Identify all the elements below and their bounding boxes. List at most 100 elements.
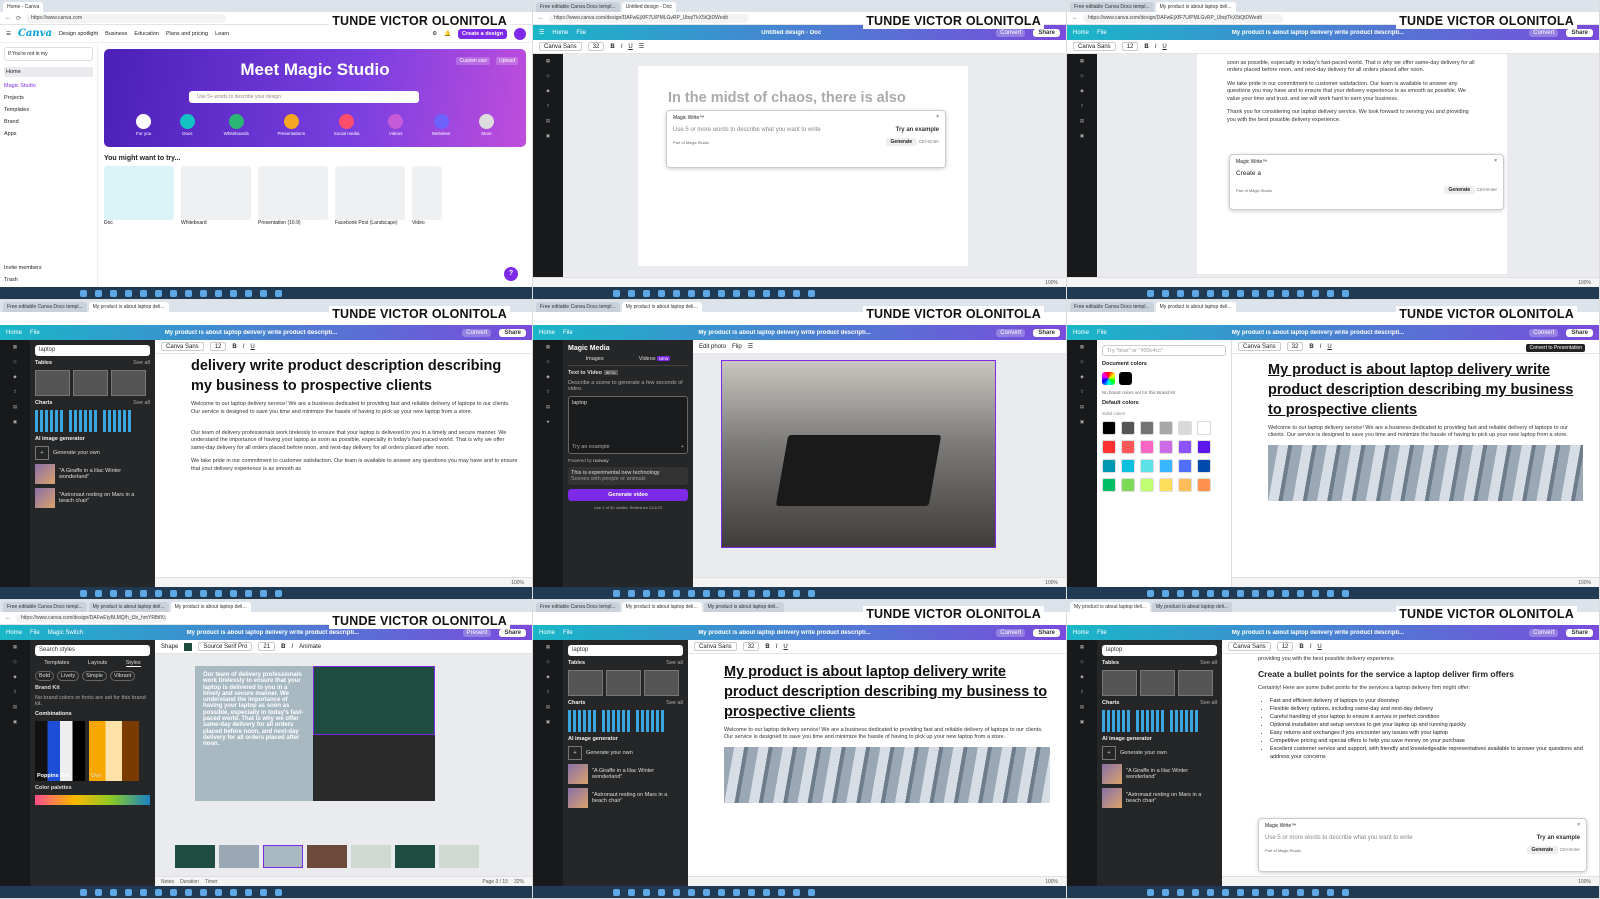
doc-title[interactable]: My product is about laptop delivery writ…: [581, 630, 989, 636]
doc-title[interactable]: My product is about laptop delivery writ…: [581, 330, 989, 336]
browser-tab[interactable]: My product is about laptop deli...: [1070, 602, 1150, 612]
elements-search-input[interactable]: laptop: [35, 345, 150, 356]
bullet-item[interactable]: Competitive pricing and special offers t…: [1270, 738, 1585, 746]
font-select[interactable]: Source Serif Pro: [198, 642, 253, 651]
color-swatch[interactable]: [1178, 440, 1192, 454]
browser-tab[interactable]: My product is about laptop deli...: [88, 302, 169, 312]
share-button[interactable]: Share: [499, 328, 526, 337]
chip-bold[interactable]: Bold: [35, 671, 55, 681]
doc-paragraph[interactable]: We take pride in our commitment to custo…: [1227, 81, 1477, 103]
tab-layouts[interactable]: Layouts: [88, 660, 107, 667]
browser-tab[interactable]: Free editable Canva Docs templ...: [536, 602, 620, 612]
browser-tab[interactable]: My product is about laptop deli...: [1155, 302, 1236, 312]
underline-icon[interactable]: U: [783, 644, 787, 650]
try-card-presentation[interactable]: Presentation (16:9): [258, 166, 328, 226]
hero-icon-foryou[interactable]: For you: [136, 114, 151, 136]
charts-row[interactable]: [568, 710, 683, 732]
bold-icon[interactable]: B: [765, 644, 769, 650]
browser-tab[interactable]: Home - Canva: [3, 2, 44, 12]
font-size-field[interactable]: 12: [209, 342, 227, 351]
see-all-link[interactable]: See all: [666, 660, 683, 666]
bold-icon[interactable]: B: [1299, 644, 1303, 650]
chip-vibrant[interactable]: Vibrant: [109, 671, 136, 681]
invite-members-button[interactable]: Invite members: [4, 265, 93, 271]
try-card-doc[interactable]: Doc: [104, 166, 174, 226]
color-swatch[interactable]: [184, 642, 193, 651]
sidebar-item-projects[interactable]: Projects: [4, 95, 93, 101]
bold-icon[interactable]: B: [232, 344, 236, 350]
canva-logo[interactable]: Canva: [18, 28, 52, 39]
color-swatch[interactable]: [1159, 459, 1173, 473]
menu-icon[interactable]: ☰: [748, 343, 753, 350]
notes-button[interactable]: Notes: [161, 879, 174, 885]
color-swatch[interactable]: [1159, 478, 1173, 492]
try-card-video[interactable]: Video: [412, 166, 442, 226]
color-swatch[interactable]: [1121, 421, 1135, 435]
font-select[interactable]: Canva Sans: [694, 642, 737, 651]
add-color-swatch[interactable]: [1102, 372, 1115, 385]
generate-own-button[interactable]: + Generate your own: [1102, 746, 1217, 760]
generate-own-button[interactable]: + Generate your own: [568, 746, 683, 760]
color-swatch[interactable]: [1121, 478, 1135, 492]
color-swatch[interactable]: [1197, 440, 1211, 454]
doc-paragraph[interactable]: We take pride in our commitment to custo…: [191, 458, 520, 473]
file-menu[interactable]: File: [1097, 30, 1107, 36]
palette-strip[interactable]: [35, 795, 150, 805]
doc-title[interactable]: My product is about laptop delivery writ…: [91, 630, 455, 636]
italic-icon[interactable]: I: [243, 344, 245, 350]
zoom-level[interactable]: 100%: [511, 580, 524, 586]
doc-paragraph[interactable]: soon as possible, especially in today's …: [1227, 60, 1477, 75]
color-swatch[interactable]: [1102, 478, 1116, 492]
animate-button[interactable]: Animate: [299, 644, 321, 650]
color-swatch[interactable]: [1102, 459, 1116, 473]
menu-icon[interactable]: ☰: [539, 29, 544, 36]
hero-icon-more[interactable]: More: [478, 114, 494, 136]
browser-tab[interactable]: Free editable Canva Docs templ...: [3, 602, 87, 612]
upload-button[interactable]: Upload: [496, 57, 518, 65]
share-button[interactable]: Share: [1033, 628, 1060, 637]
home-link[interactable]: Home: [1073, 330, 1089, 336]
color-swatch[interactable]: [1178, 478, 1192, 492]
charts-row[interactable]: [35, 410, 150, 432]
bullet-item[interactable]: Fast and efficient delivery of laptops t…: [1270, 698, 1585, 706]
font-size-field[interactable]: 32: [587, 42, 605, 51]
convert-button[interactable]: Convert: [1529, 28, 1559, 37]
slide-thumbnails[interactable]: [175, 845, 479, 868]
slide-text[interactable]: Our team of delivery professionals work …: [195, 666, 313, 801]
color-swatch[interactable]: [1197, 478, 1211, 492]
magic-write-input[interactable]: Use 5 or more words to describe what you…: [1265, 835, 1413, 841]
doc-page[interactable]: delivery write product description descr…: [155, 354, 532, 577]
elements-search-input[interactable]: laptop: [1102, 645, 1217, 656]
ai-suggestion[interactable]: "Astronaut resting on Mars in a beach ch…: [1102, 788, 1217, 808]
browser-tab[interactable]: Free editable Canva Docs templ...: [1070, 2, 1154, 12]
shape-button[interactable]: Shape: [161, 644, 178, 650]
doc-title[interactable]: My product is about laptop delivery writ…: [48, 330, 455, 336]
generate-button[interactable]: Generate: [1443, 186, 1476, 194]
nav-education[interactable]: Education: [134, 31, 158, 37]
editor-rail[interactable]: ▦ ◇ ◆ ⇪ ▤ ▣: [1067, 640, 1097, 886]
doc-headline[interactable]: In the midst of chaos, there is also: [668, 90, 906, 106]
share-button[interactable]: Share: [1033, 28, 1060, 37]
create-design-button[interactable]: Create a design: [458, 28, 507, 39]
try-example-button[interactable]: Try an example: [896, 127, 939, 133]
share-button[interactable]: Share: [499, 628, 526, 637]
tables-row[interactable]: [1102, 670, 1217, 696]
ai-suggestion[interactable]: "A Giraffe in a lilac Winter wonderland": [1102, 764, 1217, 784]
home-link[interactable]: Home: [552, 30, 568, 36]
browser-tab[interactable]: My product is about laptop deli...: [703, 602, 784, 612]
close-icon[interactable]: ×: [1494, 158, 1497, 164]
convert-button[interactable]: Convert: [996, 28, 1026, 37]
doc-page[interactable]: My product is about laptop delivery writ…: [688, 654, 1066, 876]
styles-search-input[interactable]: Search styles: [35, 645, 150, 656]
duration-button[interactable]: Duration: [180, 879, 199, 885]
ai-suggestion[interactable]: "A Giraffe in a lilac Winter wonderland": [35, 464, 150, 484]
browser-tab[interactable]: My product is about laptop deli...: [170, 602, 251, 612]
hero-icon-websites[interactable]: Websites: [432, 114, 450, 136]
file-menu[interactable]: File: [576, 30, 586, 36]
color-swatch[interactable]: [1178, 421, 1192, 435]
bullet-item[interactable]: Flexible delivery options, including sam…: [1270, 706, 1585, 714]
underline-icon[interactable]: U: [1162, 44, 1166, 50]
font-size-field[interactable]: 21: [258, 642, 276, 651]
underline-icon[interactable]: U: [250, 344, 254, 350]
see-all-link[interactable]: See all: [1200, 700, 1217, 706]
